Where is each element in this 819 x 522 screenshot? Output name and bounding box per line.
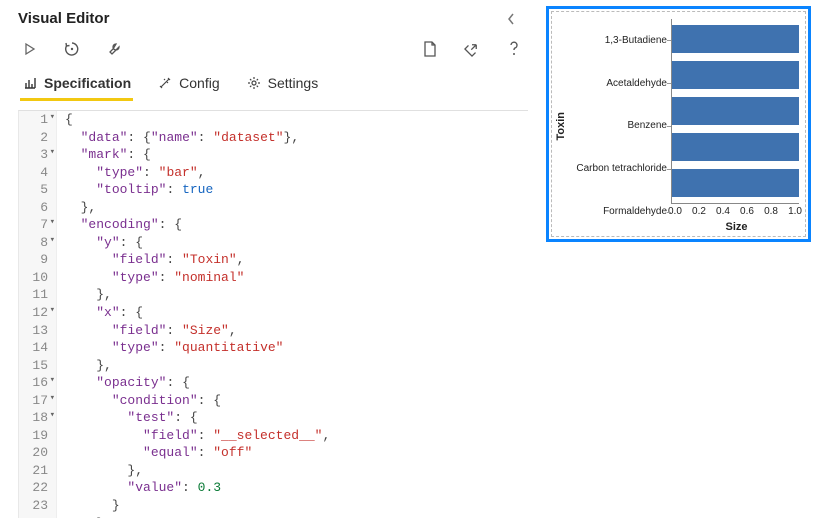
x-tick: 0.8	[764, 206, 778, 217]
code-line[interactable]: 11 },	[19, 286, 528, 304]
tab-label: Specification	[44, 75, 131, 91]
y-axis-label: Toxin	[553, 112, 569, 141]
preview-pane: Toxin 1,3-Butadiene Acetaldehyde Benzene Ca…	[538, 0, 819, 522]
code-line[interactable]: 2 "data": {"name": "dataset"},	[19, 129, 528, 147]
code-line[interactable]: 6 },	[19, 199, 528, 217]
code-line[interactable]: 16▾ "opacity": {	[19, 374, 528, 392]
chart-icon	[22, 75, 38, 91]
code-line[interactable]: 10 "type": "nominal"	[19, 269, 528, 287]
chart-preview[interactable]: Toxin 1,3-Butadiene Acetaldehyde Benzene Ca…	[546, 6, 811, 242]
code-line[interactable]: 13 "field": "Size",	[19, 322, 528, 340]
tab-label: Config	[179, 75, 219, 91]
editor-pane: Visual Editor	[0, 0, 538, 522]
export-icon[interactable]	[462, 39, 482, 59]
tab-bar: Specification Config Settings	[0, 63, 538, 102]
code-line[interactable]: 24 }	[19, 515, 528, 518]
x-tick: 0.2	[692, 206, 706, 217]
code-line[interactable]: 9 "field": "Toxin",	[19, 251, 528, 269]
code-line[interactable]: 23 }	[19, 497, 528, 515]
code-line[interactable]: 3▾ "mark": {	[19, 146, 528, 164]
tab-config[interactable]: Config	[155, 69, 221, 101]
category-label: Benzene	[569, 108, 667, 144]
code-line[interactable]: 4 "type": "bar",	[19, 164, 528, 182]
bar[interactable]	[672, 133, 799, 161]
category-label: Formaldehyde	[569, 194, 667, 230]
code-line[interactable]: 1▾{	[19, 111, 528, 129]
code-line[interactable]: 14 "type": "quantitative"	[19, 339, 528, 357]
code-line[interactable]: 12▾ "x": {	[19, 304, 528, 322]
bar[interactable]	[672, 25, 799, 53]
x-tick: 1.0	[788, 206, 802, 217]
x-axis-ticks: 0.00.20.40.60.81.0	[668, 204, 802, 217]
tab-label: Settings	[268, 75, 319, 91]
wrench-icon[interactable]	[104, 39, 124, 59]
y-axis-categories: 1,3-Butadiene Acetaldehyde Benzene Carbon t…	[569, 19, 671, 233]
bar[interactable]	[672, 61, 799, 89]
bars-area	[671, 19, 799, 204]
toolbar	[0, 33, 538, 63]
wand-icon	[157, 75, 173, 91]
collapse-icon[interactable]	[506, 12, 524, 26]
code-line[interactable]: 7▾ "encoding": {	[19, 216, 528, 234]
tab-specification[interactable]: Specification	[20, 69, 133, 101]
x-axis-label: Size	[671, 221, 802, 233]
help-icon[interactable]	[504, 39, 524, 59]
category-label: Acetaldehyde	[569, 65, 667, 101]
gear-icon	[246, 75, 262, 91]
code-editor[interactable]: 1▾{2 "data": {"name": "dataset"},3▾ "mar…	[18, 110, 528, 518]
x-tick: 0.6	[740, 206, 754, 217]
code-line[interactable]: 8▾ "y": {	[19, 234, 528, 252]
refresh-icon[interactable]	[62, 39, 82, 59]
code-line[interactable]: 21 },	[19, 462, 528, 480]
editor-header: Visual Editor	[0, 0, 538, 33]
code-line[interactable]: 5 "tooltip": true	[19, 181, 528, 199]
bar[interactable]	[672, 97, 799, 125]
play-icon[interactable]	[20, 39, 40, 59]
new-file-icon[interactable]	[420, 39, 440, 59]
code-line[interactable]: 20 "equal": "off"	[19, 444, 528, 462]
bar[interactable]	[672, 169, 799, 197]
code-line[interactable]: 17▾ "condition": {	[19, 392, 528, 410]
category-label: Carbon tetrachloride	[569, 151, 667, 187]
code-line[interactable]: 22 "value": 0.3	[19, 479, 528, 497]
code-line[interactable]: 19 "field": "__selected__",	[19, 427, 528, 445]
code-line[interactable]: 15 },	[19, 357, 528, 375]
category-label: 1,3-Butadiene	[569, 22, 667, 58]
x-tick: 0.4	[716, 206, 730, 217]
tab-settings[interactable]: Settings	[244, 69, 321, 101]
code-line[interactable]: 18▾ "test": {	[19, 409, 528, 427]
panel-title: Visual Editor	[18, 10, 109, 27]
